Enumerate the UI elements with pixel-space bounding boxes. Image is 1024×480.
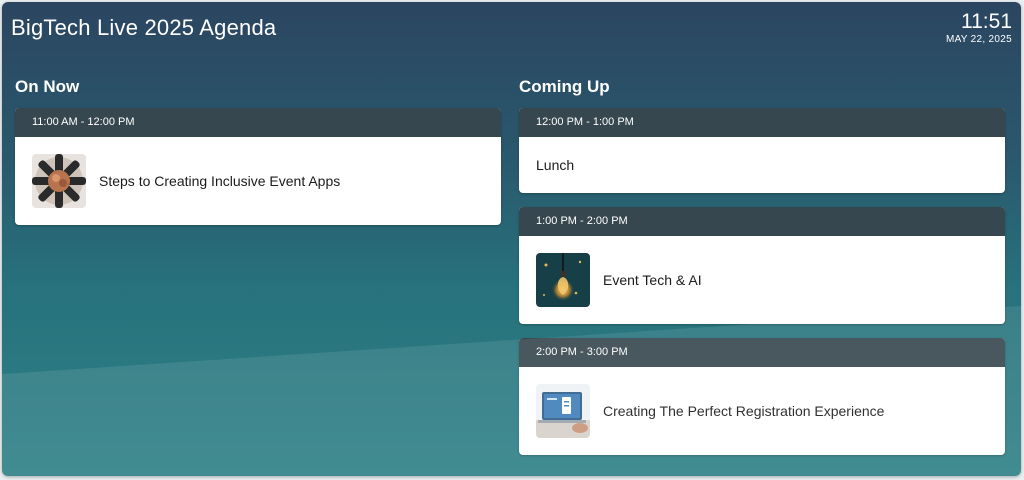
team-hands-photo bbox=[32, 154, 86, 208]
laptop-registration-photo bbox=[536, 384, 590, 438]
on-now-list: 11:00 AM - 12:00 PM Steps to Creating In… bbox=[15, 108, 501, 239]
session-time: 1:00 PM - 2:00 PM bbox=[519, 207, 1005, 236]
session-time: 2:00 PM - 3:00 PM bbox=[519, 338, 1005, 367]
clock-date: MAY 22, 2025 bbox=[945, 34, 1012, 45]
agenda-screen: BigTech Live 2025 Agenda 11:51 MAY 22, 2… bbox=[2, 2, 1021, 476]
section-title-coming-up: Coming Up bbox=[519, 77, 610, 96]
session-time: 12:00 PM - 1:00 PM bbox=[519, 108, 1005, 137]
session-body: Creating The Perfect Registration Experi… bbox=[519, 367, 1005, 455]
session-time: 11:00 AM - 12:00 PM bbox=[15, 108, 501, 137]
session-body: Event Tech & AI bbox=[519, 236, 1005, 324]
section-title-on-now: On Now bbox=[15, 77, 80, 96]
session-body: Lunch bbox=[519, 137, 1005, 193]
coming-up-list: 12:00 PM - 1:00 PM Lunch 1:00 PM - 2:00 … bbox=[519, 108, 1005, 469]
lightbulb-photo bbox=[536, 253, 590, 307]
session-body: Steps to Creating Inclusive Event Apps bbox=[15, 137, 501, 225]
session-card[interactable]: 11:00 AM - 12:00 PM Steps to Creating In… bbox=[15, 108, 501, 225]
session-card[interactable]: 12:00 PM - 1:00 PM Lunch bbox=[519, 108, 1005, 193]
session-card[interactable]: 1:00 PM - 2:00 PM Event Tech & AI bbox=[519, 207, 1005, 324]
session-title: Event Tech & AI bbox=[603, 272, 702, 288]
page-title: BigTech Live 2025 Agenda bbox=[11, 15, 277, 40]
clock-time: 11:51 bbox=[961, 10, 1012, 33]
session-card[interactable]: 2:00 PM - 3:00 PM Creating The Perfect R… bbox=[519, 338, 1005, 455]
session-title: Creating The Perfect Registration Experi… bbox=[603, 403, 885, 419]
session-title: Lunch bbox=[536, 157, 575, 173]
clock: 11:51 MAY 22, 2025 bbox=[945, 10, 1012, 46]
session-title: Steps to Creating Inclusive Event Apps bbox=[99, 173, 341, 189]
